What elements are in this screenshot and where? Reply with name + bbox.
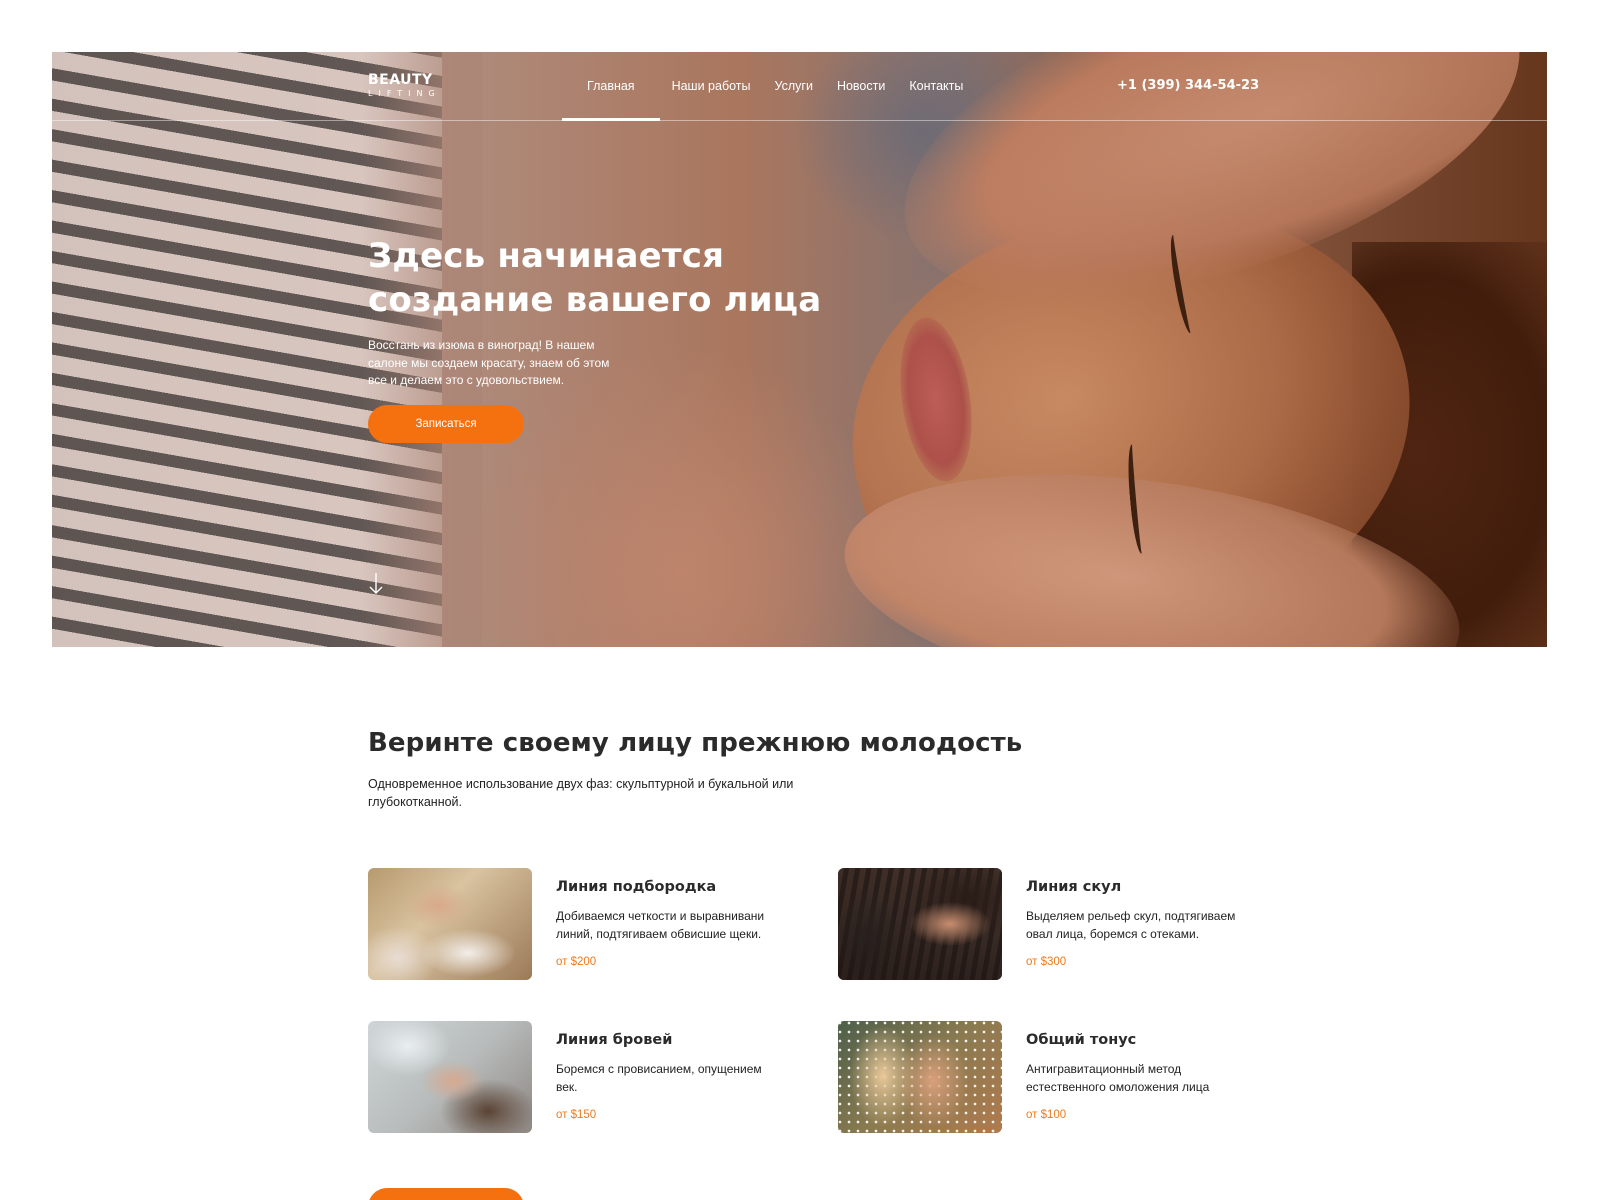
service-card-chin[interactable]: Линия подбородка Добиваемся четкости и в… xyxy=(368,868,788,980)
service-image-chin xyxy=(368,868,532,980)
hero-title-line-1: Здесь начинается xyxy=(368,236,725,276)
service-image-tone xyxy=(838,1021,1002,1133)
service-card-cheekbones[interactable]: Линия скул Выделяем рельеф скул, подтяги… xyxy=(838,868,1258,980)
hero-description: Восстань из изюма в виноград! В нашем са… xyxy=(368,338,610,387)
main-nav: Главная Наши работы Услуги Новости Конта… xyxy=(562,52,975,121)
service-price: от $150 xyxy=(556,1109,597,1121)
nav-item-services[interactable]: Услуги xyxy=(763,52,825,120)
hero-banner: BEAUTY LIFTING Главная Наши работы Услуг… xyxy=(52,52,1547,647)
signup-button[interactable]: Записаться xyxy=(368,405,524,443)
service-description: Антигравитационный метод естественного о… xyxy=(1026,1062,1210,1094)
phone-number-link[interactable]: +1 (399) 344-54-23 xyxy=(1117,78,1259,93)
nav-item-home[interactable]: Главная xyxy=(562,52,660,121)
service-card-tone[interactable]: Общий тонус Антигравитационный метод ест… xyxy=(838,1021,1258,1133)
service-price: от $100 xyxy=(1026,1109,1067,1121)
service-image-brows xyxy=(368,1021,532,1133)
nav-item-works[interactable]: Наши работы xyxy=(660,52,763,120)
more-services-button[interactable] xyxy=(368,1188,524,1200)
nav-item-news[interactable]: Новости xyxy=(825,52,897,120)
service-price: от $200 xyxy=(556,956,597,968)
hero-overlay xyxy=(52,52,1547,647)
logo-sub-text: LIFTING xyxy=(368,89,441,98)
nav-item-contacts[interactable]: Контакты xyxy=(897,52,975,120)
logo-main-text: BEAUTY xyxy=(368,72,433,88)
service-description: Добиваемся четкости и выравнивани линий,… xyxy=(556,909,765,941)
service-description: Выделяем рельеф скул, подтягиваем овал л… xyxy=(1026,909,1236,941)
service-title: Общий тонус xyxy=(1026,1032,1137,1048)
section-description: Одновременное использование двух фаз: ск… xyxy=(368,777,794,809)
section-title: Веринте своему лицу прежнюю молодость xyxy=(368,728,1023,758)
service-title: Линия скул xyxy=(1026,879,1122,895)
arrow-down-icon[interactable] xyxy=(368,572,384,596)
service-title: Линия подбородка xyxy=(556,879,717,895)
service-price: от $300 xyxy=(1026,956,1067,968)
logo[interactable]: BEAUTY LIFTING xyxy=(368,72,441,98)
service-card-brows[interactable]: Линия бровей Боремся с провисанием, опущ… xyxy=(368,1021,788,1133)
service-title: Линия бровей xyxy=(556,1032,673,1048)
nav-divider xyxy=(52,120,1547,121)
service-description: Боремся с провисанием, опущением век. xyxy=(556,1062,762,1094)
service-image-cheekbones-shade xyxy=(838,868,1002,980)
hero-title: Здесь начинается создание вашего лица xyxy=(368,234,888,322)
service-image-cheekbones xyxy=(838,868,1002,980)
hero-title-line-2: создание вашего лица xyxy=(368,280,822,320)
